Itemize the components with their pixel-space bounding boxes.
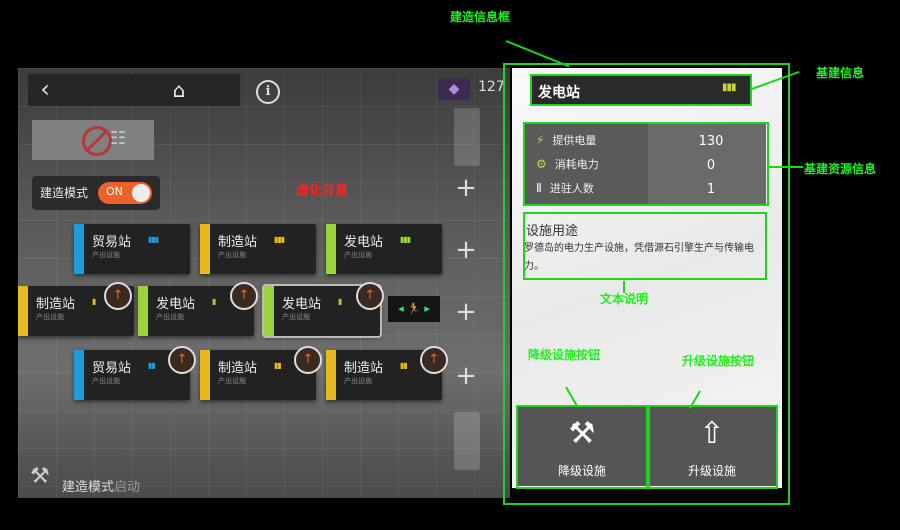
room-color-bar <box>74 224 84 274</box>
annotation-resource-info: 基建资源信息 <box>804 162 877 176</box>
plus-icon[interactable]: + <box>454 175 478 201</box>
room-name: 发电站 <box>282 297 322 312</box>
plus-icon[interactable]: + <box>454 363 478 389</box>
room-color-bar <box>74 350 84 400</box>
back-icon[interactable]: ‹ <box>28 74 62 106</box>
room-name: 制造站 <box>218 235 258 250</box>
upgrade-arrow-icon[interactable]: ↑ <box>420 346 448 374</box>
drone-icon: ◆ <box>438 78 470 100</box>
room-card[interactable]: 制造站 ▮▮▮ 产出设施 <box>200 224 316 274</box>
annotation-frame-basic <box>530 74 752 106</box>
room-name: 制造站 <box>344 361 384 376</box>
room-level-icon: ▮▮▮ <box>274 235 285 244</box>
room-name: 贸易站 <box>92 235 132 250</box>
info-icon[interactable]: i <box>256 80 280 104</box>
room-color-bar <box>264 286 274 336</box>
room-color-bar <box>18 286 28 336</box>
blurred-background: ‹ ⌂ i ◆ 127 ☷ 建造模式 ON 虚化背景 贸易站 ▮▮▮ 产出设施 … <box>18 68 510 498</box>
crane-icon: ⚒ <box>30 464 50 489</box>
empty-slot[interactable] <box>454 412 480 470</box>
room-sub: 产出设施 <box>344 377 372 385</box>
annotation-frame-resource <box>523 122 769 206</box>
build-mode-toggle-box: 建造模式 ON <box>32 176 160 210</box>
home-icon[interactable]: ⌂ <box>166 76 192 104</box>
room-sub: 产出设施 <box>156 313 184 321</box>
build-mode-label: 建造模式 <box>40 186 89 200</box>
upgrade-arrow-icon[interactable]: ↑ <box>168 346 196 374</box>
plus-icon[interactable]: + <box>454 237 478 263</box>
annotation-downgrade: 降级设施按钮 <box>527 348 600 362</box>
room-level-icon: ▮▮▮ <box>148 235 159 244</box>
plus-icon[interactable]: + <box>454 299 478 325</box>
annotation-blur-bg: 虚化背景 <box>296 184 349 199</box>
room-level-icon: ▮▮ <box>274 361 282 370</box>
drone-count: 127 <box>478 79 505 95</box>
room-level-icon: ▮▮ <box>148 361 156 370</box>
annotation-upgrade: 升级设施按钮 <box>681 354 754 368</box>
room-name: 贸易站 <box>92 361 132 376</box>
annotation-basic-info: 基建信息 <box>815 66 864 80</box>
room-name: 制造站 <box>36 297 76 312</box>
room-card[interactable]: 发电站 ▮▮▮ 产出设施 <box>326 224 442 274</box>
room-level-icon: ▮ <box>338 297 343 306</box>
room-color-bar <box>326 350 336 400</box>
footer-main: 建造模式 <box>62 480 115 495</box>
room-sub: 产出设施 <box>218 251 246 259</box>
room-sub: 产出设施 <box>92 377 120 385</box>
room-sub: 产出设施 <box>92 251 120 259</box>
annotation-frame-desc <box>523 212 767 280</box>
annotation-frame-downgrade <box>516 405 648 489</box>
annotation-line <box>769 166 803 168</box>
demolish-tree-button[interactable]: ☷ <box>32 120 154 160</box>
room-name: 发电站 <box>344 235 384 250</box>
room-sub: 产出设施 <box>282 313 310 321</box>
room-color-bar <box>200 350 210 400</box>
room-sub: 产出设施 <box>36 313 64 321</box>
footer-status: 建造模式启动 <box>62 476 140 495</box>
room-card[interactable]: 贸易站 ▮▮▮ 产出设施 <box>74 224 190 274</box>
room-level-icon: ▮ <box>92 297 97 306</box>
room-sub: 产出设施 <box>218 377 246 385</box>
build-mode-toggle[interactable]: ON <box>98 182 152 204</box>
no-icon <box>82 126 112 156</box>
room-level-icon: ▮▮ <box>400 361 408 370</box>
room-level-icon: ▮▮▮ <box>400 235 411 244</box>
footer-dim: 启动 <box>114 480 141 495</box>
room-color-bar <box>200 224 210 274</box>
upgrade-arrow-icon[interactable]: ↑ <box>104 282 132 310</box>
room-name: 制造站 <box>218 361 258 376</box>
annotation-frame-upgrade <box>648 405 778 489</box>
tree-icon: ☷ <box>110 128 127 149</box>
room-name: 发电站 <box>156 297 196 312</box>
room-sub: 产出设施 <box>344 251 372 259</box>
corridor-icon: ◂ 🏃 ▸ <box>388 296 440 322</box>
toggle-state: ON <box>106 185 123 198</box>
upgrade-arrow-icon[interactable]: ↑ <box>230 282 258 310</box>
room-color-bar <box>138 286 148 336</box>
room-level-icon: ▮ <box>212 297 217 306</box>
room-color-bar <box>326 224 336 274</box>
upgrade-arrow-icon[interactable]: ↑ <box>356 282 384 310</box>
annotation-line <box>623 281 625 293</box>
empty-slot[interactable] <box>454 108 480 166</box>
toggle-knob <box>132 184 150 202</box>
upgrade-arrow-icon[interactable]: ↑ <box>294 346 322 374</box>
annotation-info-frame: 建造信息框 <box>449 10 510 24</box>
